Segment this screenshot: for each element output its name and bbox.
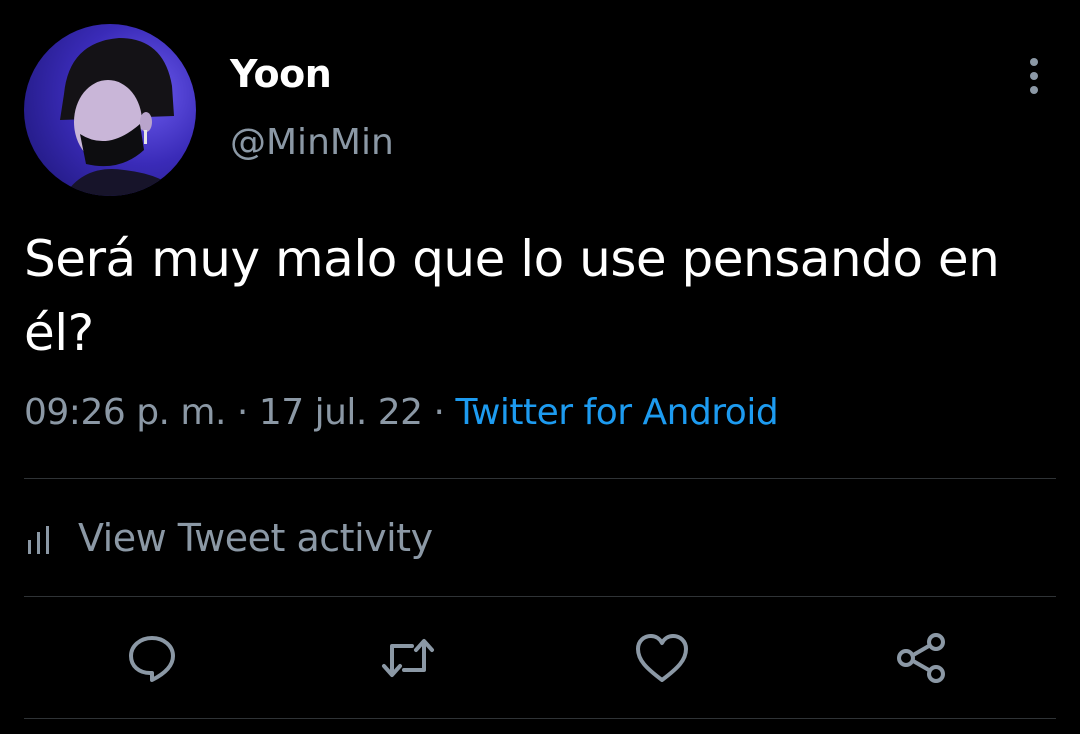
- tweet-text: Será muy malo que lo use pensando en él?: [24, 230, 1000, 362]
- heart-icon: [636, 634, 688, 682]
- retweet-button[interactable]: [378, 628, 438, 688]
- divider: [24, 718, 1056, 719]
- tweet-source-link[interactable]: Twitter for Android: [455, 392, 778, 433]
- more-vertical-icon: [1030, 58, 1038, 94]
- retweet-icon: [382, 639, 434, 677]
- divider: [24, 478, 1056, 479]
- more-options-button[interactable]: [1014, 56, 1054, 96]
- user-handle[interactable]: @MinMin: [230, 122, 394, 163]
- avatar[interactable]: [24, 24, 196, 196]
- view-tweet-activity-button[interactable]: View Tweet activity: [24, 498, 433, 578]
- tweet-time: 09:26 p. m.: [24, 392, 226, 433]
- tweet-meta: 09:26 p. m. · 17 jul. 22 · Twitter for A…: [24, 392, 779, 433]
- meta-separator: ·: [433, 392, 445, 433]
- activity-label: View Tweet activity: [78, 516, 433, 560]
- display-name[interactable]: Yoon: [230, 52, 332, 96]
- share-button[interactable]: [892, 628, 952, 688]
- like-button[interactable]: [632, 628, 692, 688]
- meta-separator: ·: [236, 392, 248, 433]
- reply-icon: [129, 636, 175, 682]
- bar-chart-icon: [28, 526, 49, 554]
- tweet-date: 17 jul. 22: [258, 392, 423, 433]
- avatar-image: [60, 38, 184, 196]
- divider: [24, 596, 1056, 597]
- share-icon: [897, 633, 945, 683]
- reply-button[interactable]: [122, 628, 182, 688]
